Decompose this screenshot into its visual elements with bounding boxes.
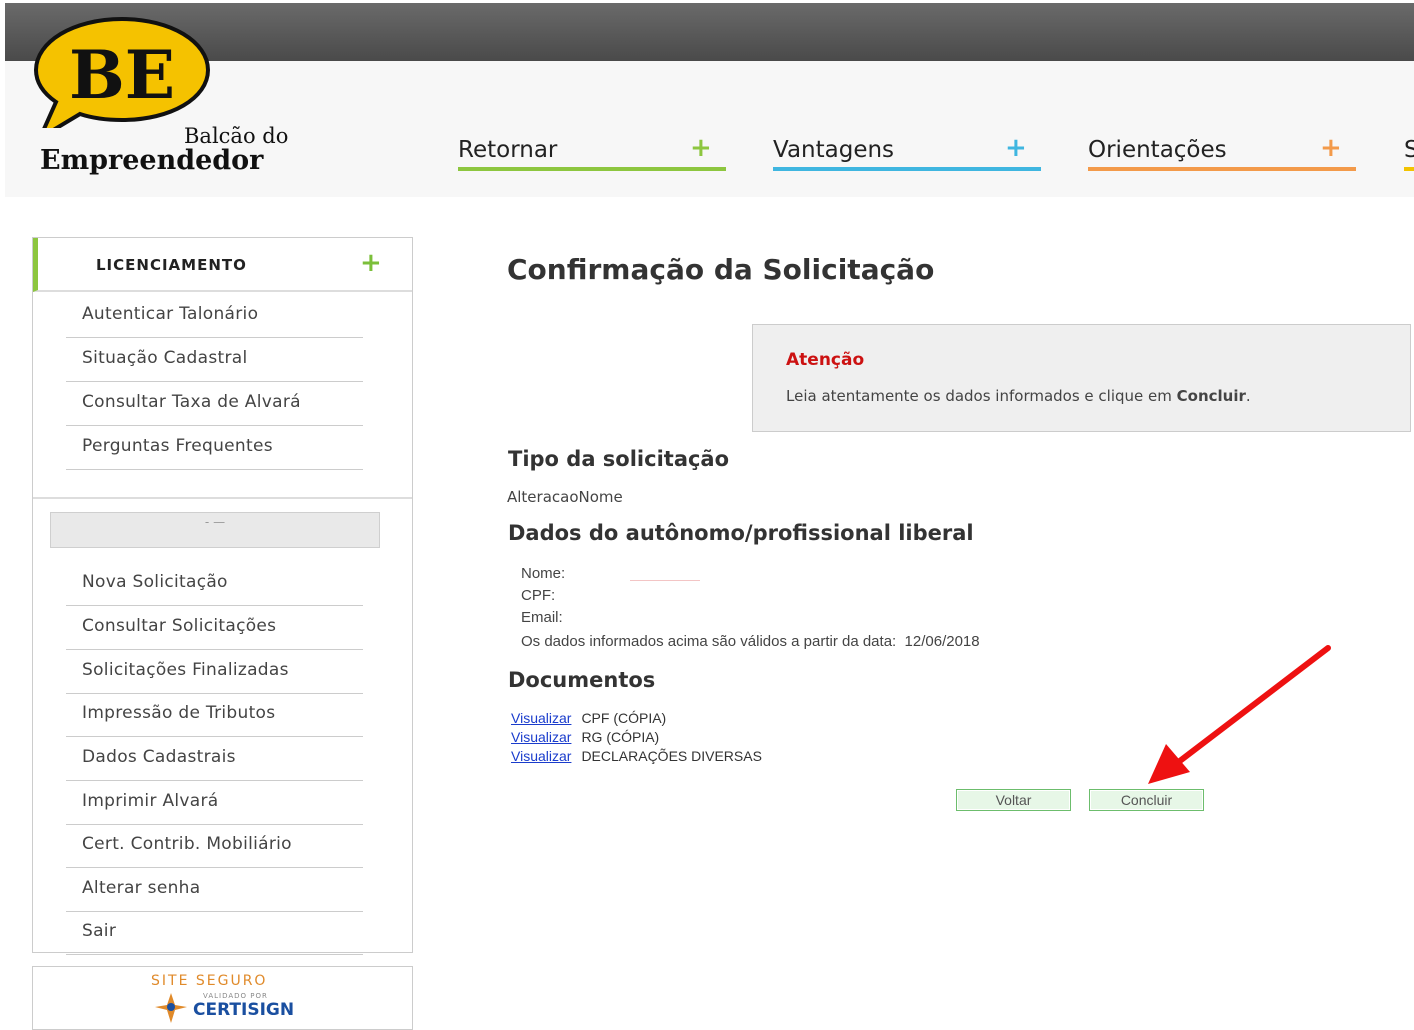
logo-mark: BE bbox=[69, 36, 175, 114]
cpf-label: CPF: bbox=[521, 587, 556, 604]
top-bar bbox=[5, 3, 1414, 61]
document-row: Visualizar RG (CÓPIA) bbox=[511, 729, 659, 745]
sidebar-item-autenticar-talonario[interactable]: Autenticar Talonário bbox=[66, 294, 363, 338]
nav-label: Vantagens bbox=[773, 137, 895, 163]
dados-heading: Dados do autônomo/profissional liberal bbox=[508, 521, 974, 545]
page-title: Confirmação da Solicitação bbox=[507, 253, 935, 286]
document-row: Visualizar DECLARAÇÕES DIVERSAS bbox=[511, 748, 762, 764]
concluir-button[interactable]: Concluir bbox=[1089, 789, 1204, 811]
nav-underline bbox=[1404, 167, 1414, 171]
sidebar-item-imprimir-alvara[interactable]: Imprimir Alvará bbox=[66, 781, 363, 825]
visualizar-link[interactable]: Visualizar bbox=[511, 729, 571, 745]
plus-icon: + bbox=[690, 133, 712, 163]
sidebar: LICENCIAMENTO + Autenticar Talonário Sit… bbox=[32, 237, 413, 955]
nav-underline bbox=[773, 167, 1041, 171]
alert-message-text: Leia atentamente os dados informados e c… bbox=[786, 387, 1177, 405]
sidebar-item-impressao-tributos[interactable]: Impressão de Tributos bbox=[66, 693, 363, 737]
alert-message-bold: Concluir bbox=[1176, 387, 1246, 405]
sidebar-item-solicitacoes-finalizadas[interactable]: Solicitações Finalizadas bbox=[66, 650, 363, 694]
nav-retornar[interactable]: Retornar + bbox=[458, 133, 726, 171]
alert-box: Atenção Leia atentamente os dados inform… bbox=[752, 324, 1411, 432]
visualizar-link[interactable]: Visualizar bbox=[511, 748, 571, 764]
alert-message-suffix: . bbox=[1245, 387, 1251, 405]
sidebar-item-nova-solicitacao[interactable]: Nova Solicitação bbox=[66, 562, 363, 606]
document-row: Visualizar CPF (CÓPIA) bbox=[511, 710, 666, 726]
secure-seal-brand: CERTISIGN bbox=[193, 1000, 295, 1020]
plus-icon[interactable]: + bbox=[360, 248, 382, 278]
certisign-emblem-icon bbox=[155, 993, 187, 1023]
plus-icon: + bbox=[1320, 133, 1342, 163]
nav-vantagens[interactable]: Vantagens + bbox=[773, 133, 1041, 171]
alert-message: Leia atentamente os dados informados e c… bbox=[786, 387, 1251, 405]
sidebar-item-consultar-taxa-alvara[interactable]: Consultar Taxa de Alvará bbox=[66, 382, 363, 426]
sidebar-item-perguntas-frequentes[interactable]: Perguntas Frequentes bbox=[66, 426, 363, 470]
visualizar-link[interactable]: Visualizar bbox=[511, 710, 571, 726]
nav-underline bbox=[1088, 167, 1356, 171]
sidebar-item-cert-contrib-mobiliario[interactable]: Cert. Contrib. Mobiliário bbox=[66, 824, 363, 868]
secure-seal-title: SITE SEGURO bbox=[151, 973, 268, 989]
sidebar-item-sair[interactable]: Sair bbox=[66, 911, 363, 955]
logo-line-2: Empreendedor bbox=[40, 145, 264, 176]
document-name: RG (CÓPIA) bbox=[581, 729, 660, 745]
redacted-name bbox=[630, 580, 700, 581]
alert-title: Atenção bbox=[786, 350, 865, 370]
nav-label: Retornar bbox=[458, 137, 558, 163]
sidebar-item-situacao-cadastral[interactable]: Situação Cadastral bbox=[66, 338, 363, 382]
logo-speech-bubble-icon[interactable]: BE bbox=[34, 16, 210, 128]
tipo-value: AlteracaoNome bbox=[507, 488, 623, 506]
sidebar-divider bbox=[33, 497, 412, 499]
sidebar-item-consultar-solicitacoes[interactable]: Consultar Solicitações bbox=[66, 606, 363, 650]
voltar-button[interactable]: Voltar bbox=[956, 789, 1071, 811]
nome-label: Nome: bbox=[521, 565, 566, 582]
tipo-heading: Tipo da solicitação bbox=[508, 447, 730, 471]
annotation-arrow-icon bbox=[1148, 645, 1331, 784]
secure-seal-validated: VALIDADO POR bbox=[203, 992, 268, 1000]
validity-text: Os dados informados acima são válidos a … bbox=[521, 633, 980, 650]
email-label: Email: bbox=[521, 609, 563, 626]
documentos-heading: Documentos bbox=[508, 668, 656, 692]
sidebar-title: LICENCIAMENTO bbox=[96, 256, 247, 274]
sidebar-item-dados-cadastrais[interactable]: Dados Cadastrais bbox=[66, 737, 363, 781]
nav-underline bbox=[458, 167, 726, 171]
nav-item-partial[interactable]: S bbox=[1404, 135, 1414, 171]
user-info-box: - — bbox=[50, 512, 380, 548]
sidebar-item-alterar-senha[interactable]: Alterar senha bbox=[66, 868, 363, 912]
secure-seal[interactable]: SITE SEGURO VALIDADO POR CERTISIGN bbox=[32, 966, 413, 1030]
document-name: DECLARAÇÕES DIVERSAS bbox=[581, 748, 762, 764]
nav-label: S bbox=[1404, 137, 1414, 163]
document-name: CPF (CÓPIA) bbox=[581, 710, 667, 726]
sidebar-header[interactable]: LICENCIAMENTO + bbox=[33, 238, 412, 292]
nav-label: Orientações bbox=[1088, 137, 1227, 163]
nav-orientacoes[interactable]: Orientações + bbox=[1088, 133, 1356, 171]
plus-icon: + bbox=[1005, 133, 1027, 163]
